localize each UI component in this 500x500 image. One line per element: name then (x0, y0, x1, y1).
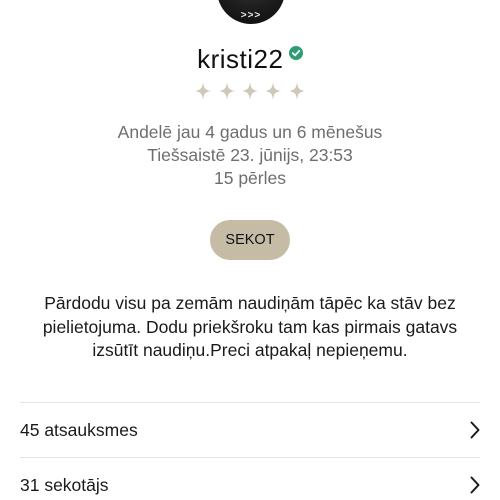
bio-line: Pārdodu visu pa zemām naudiņām tāpēc ka … (44, 293, 456, 313)
chevron-right-icon (470, 421, 480, 439)
bio-line: izsūtīt naudiņu.Preci atpakaļ nepieņemu. (92, 340, 408, 360)
chevron-right-icon (470, 476, 480, 494)
last-online: Tiešsaistē 23. jūnijs, 23:53 (147, 145, 353, 165)
verified-badge-icon (288, 46, 303, 60)
username-row: kristi22 (0, 44, 500, 78)
username: kristi22 (197, 44, 284, 74)
bio: Pārdodu visu pa zemām naudiņām tāpēc ka … (20, 292, 480, 363)
profile-page: >>> kristi22 Andelē jau 4 gadus un 6 mēn… (0, 0, 500, 500)
rating-stars (0, 81, 500, 103)
star-icon (195, 82, 212, 100)
avatar-text: >>> (240, 10, 262, 21)
reviews-label: 45 atsauksmes (20, 420, 138, 440)
bio-line: pielietojuma. Dodu priekšroku tam kas pi… (42, 316, 458, 337)
star-icon (265, 82, 282, 100)
star-icon (242, 82, 258, 100)
member-since: Andelē jau 4 gadus un 6 mēnešus (117, 122, 383, 142)
reviews-row[interactable]: 45 atsauksmes (20, 403, 480, 457)
star-icon (288, 82, 305, 100)
pearls-count: 15 pērles (214, 168, 286, 188)
avatar[interactable]: >>> (217, 0, 285, 24)
star-icon (218, 82, 235, 100)
followers-label: 31 sekotājs (20, 475, 109, 495)
follow-button[interactable]: SEKOT (210, 220, 290, 260)
followers-row[interactable]: 31 sekotājs (20, 458, 480, 500)
